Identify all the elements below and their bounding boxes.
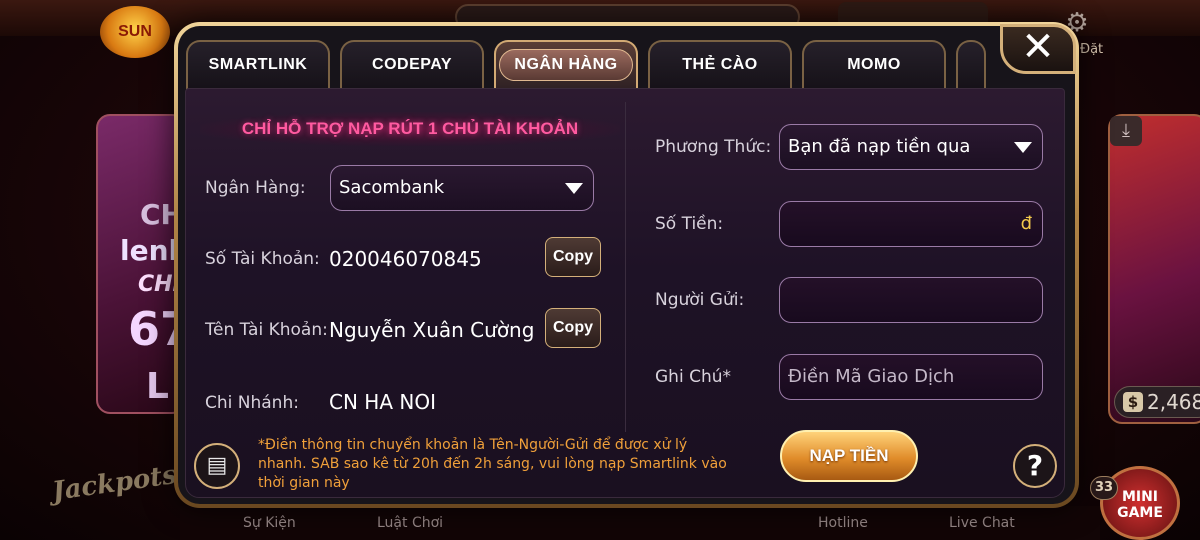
chevron-down-icon	[1014, 142, 1032, 153]
sender-label: Người Gửi:	[655, 290, 745, 310]
tab-momo[interactable]: MOMO	[802, 40, 946, 94]
tab-strip: SMARTLINK CODEPAY NGÂN HÀNG THẺ CÀO MOMO	[186, 34, 986, 94]
history-icon[interactable]: ▤	[194, 443, 240, 489]
account-number-label: Số Tài Khoản:	[205, 249, 320, 269]
tab-label: NGÂN HÀNG	[499, 49, 633, 81]
branch-label: Chi Nhánh:	[205, 393, 299, 413]
tab-label: SMARTLINK	[208, 56, 308, 73]
sender-input[interactable]	[779, 277, 1043, 323]
column-divider	[625, 102, 626, 432]
tab-more[interactable]	[956, 40, 986, 94]
chevron-down-icon	[565, 183, 583, 194]
bank-select-value: Sacombank	[339, 177, 445, 198]
nav-luat-choi[interactable]: Luật Chơi	[377, 515, 443, 531]
dollar-icon: $	[1123, 392, 1143, 412]
nav-live-chat[interactable]: Live Chat	[949, 515, 1015, 531]
method-select-value: Bạn đã nạp tiền qua	[788, 136, 971, 157]
promo-card-left[interactable]: CH lenh CHI 67 L	[96, 114, 192, 414]
tab-smartlink[interactable]: SMARTLINK	[186, 40, 330, 94]
download-icon[interactable]: ⤓	[1110, 116, 1142, 146]
tab-label: CODEPAY	[372, 56, 452, 73]
note-input[interactable]: Điền Mã Giao Dịch	[779, 354, 1043, 400]
method-label: Phương Thức:	[655, 137, 772, 157]
help-icon[interactable]: ?	[1013, 444, 1057, 488]
jackpots-logo[interactable]: Jackpots	[50, 459, 187, 537]
currency-symbol: đ	[1020, 213, 1032, 234]
account-number-value: 020046070845	[329, 247, 482, 271]
promo-card-text: L	[146, 366, 169, 407]
copy-account-number-button[interactable]: Copy	[545, 237, 601, 277]
game-card-right[interactable]	[1108, 114, 1200, 424]
mini-game-badge: 33	[1090, 476, 1118, 500]
notice-title: CHỈ HỖ TRỢ NẠP RÚT 1 CHỦ TÀI KHOẢN	[200, 112, 620, 146]
note-label: Ghi Chú*	[655, 367, 731, 387]
tab-codepay[interactable]: CODEPAY	[340, 40, 484, 94]
coin-amount: 2,468	[1147, 390, 1200, 414]
settings-label: Đặt	[1080, 42, 1104, 57]
close-button[interactable]: ✕	[1000, 24, 1076, 74]
tab-label: MOMO	[847, 56, 901, 73]
branch-value: CN HA NOI	[329, 390, 436, 414]
tab-the-cao[interactable]: THẺ CÀO	[648, 40, 792, 94]
account-name-value: Nguyễn Xuân Cường	[329, 318, 535, 342]
nav-su-kien[interactable]: Sự Kiện	[243, 515, 296, 531]
footer-note: *Điền thông tin chuyển khoản là Tên-Ngườ…	[258, 437, 727, 491]
coin-balance: $2,468	[1114, 386, 1200, 418]
deposit-submit-button[interactable]: NẠP TIỀN	[780, 430, 918, 482]
bank-label: Ngân Hàng:	[205, 178, 306, 198]
tab-label: THẺ CÀO	[682, 56, 758, 73]
account-name-label: Tên Tài Khoản:	[205, 320, 328, 340]
nav-hotline[interactable]: Hotline	[818, 515, 868, 531]
method-select[interactable]: Bạn đã nạp tiền qua	[779, 124, 1043, 170]
note-input-placeholder: Điền Mã Giao Dịch	[788, 366, 955, 387]
copy-account-name-button[interactable]: Copy	[545, 308, 601, 348]
amount-label: Số Tiền:	[655, 214, 724, 234]
amount-input[interactable]: đ	[779, 201, 1043, 247]
game-logo[interactable]: SUN	[100, 6, 170, 58]
bank-select[interactable]: Sacombank	[330, 165, 594, 211]
tab-ngan-hang[interactable]: NGÂN HÀNG	[494, 40, 638, 94]
